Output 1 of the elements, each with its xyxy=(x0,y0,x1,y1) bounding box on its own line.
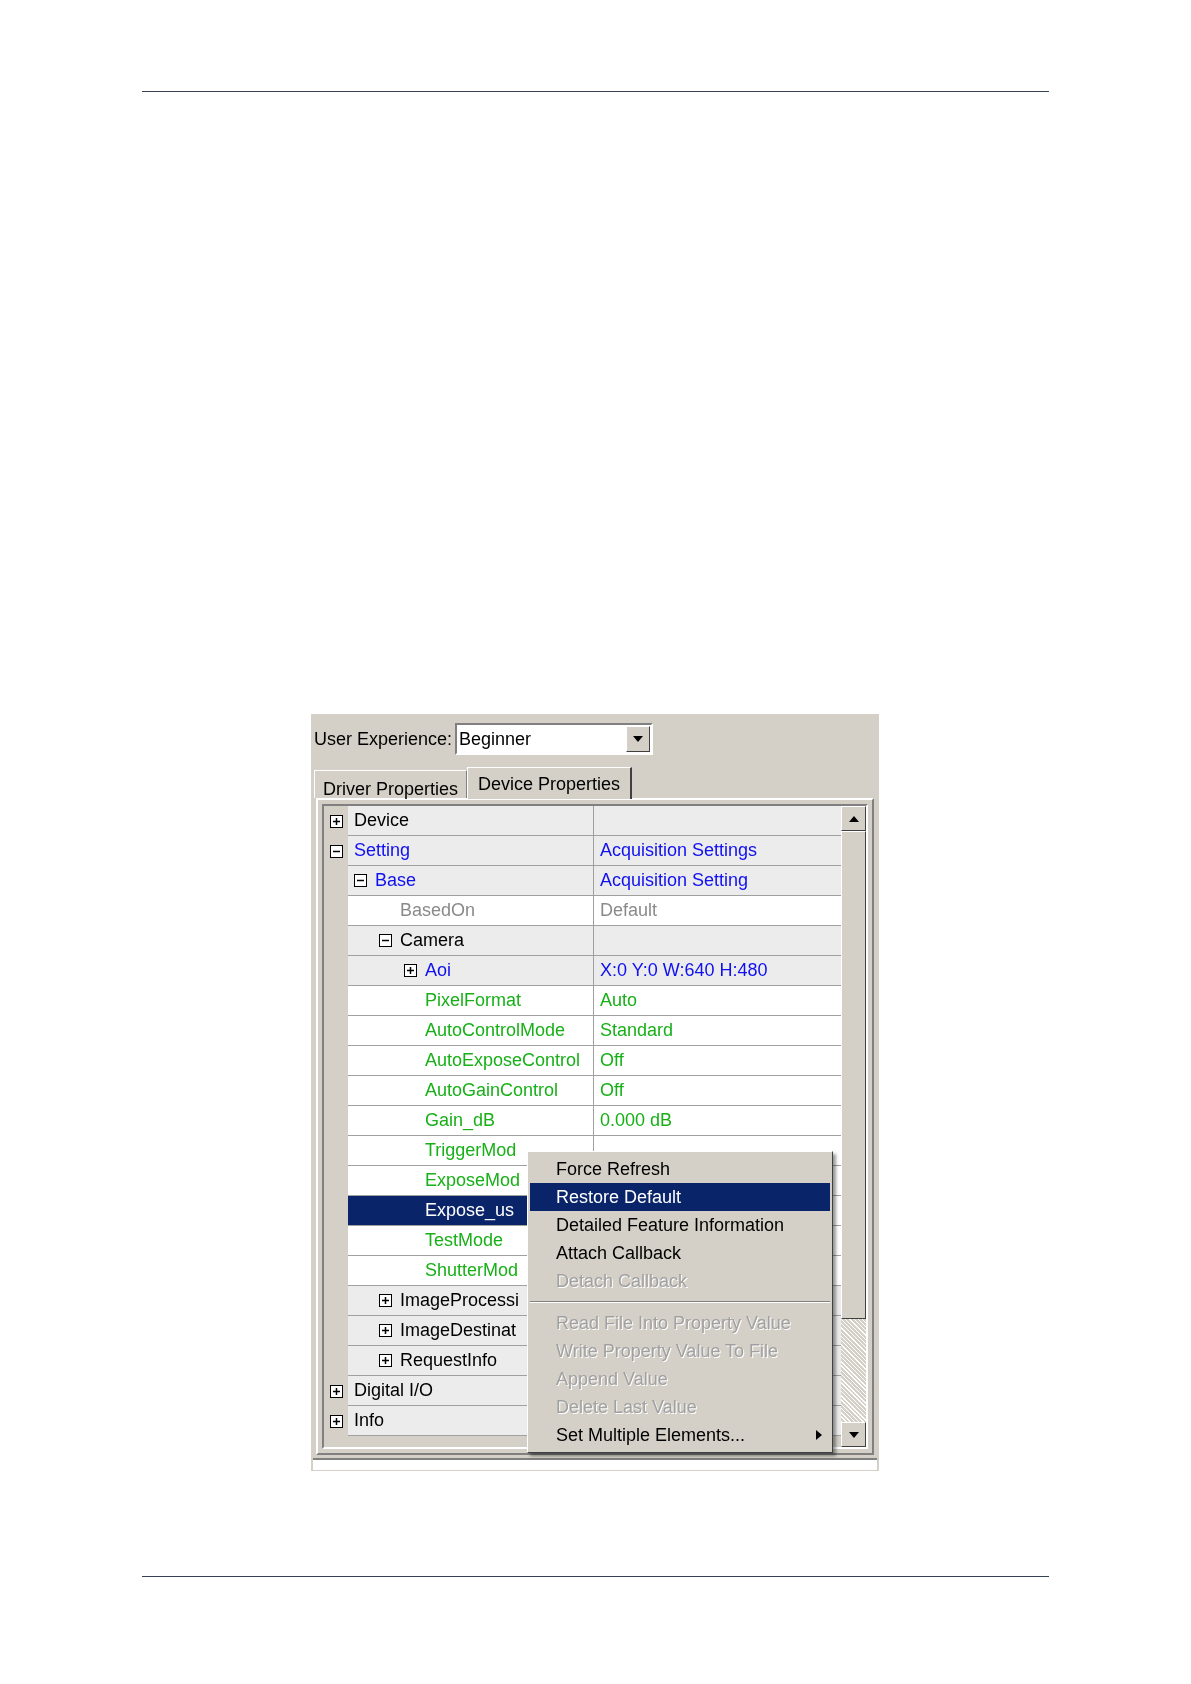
user-experience-label: User Experience: xyxy=(314,727,453,751)
